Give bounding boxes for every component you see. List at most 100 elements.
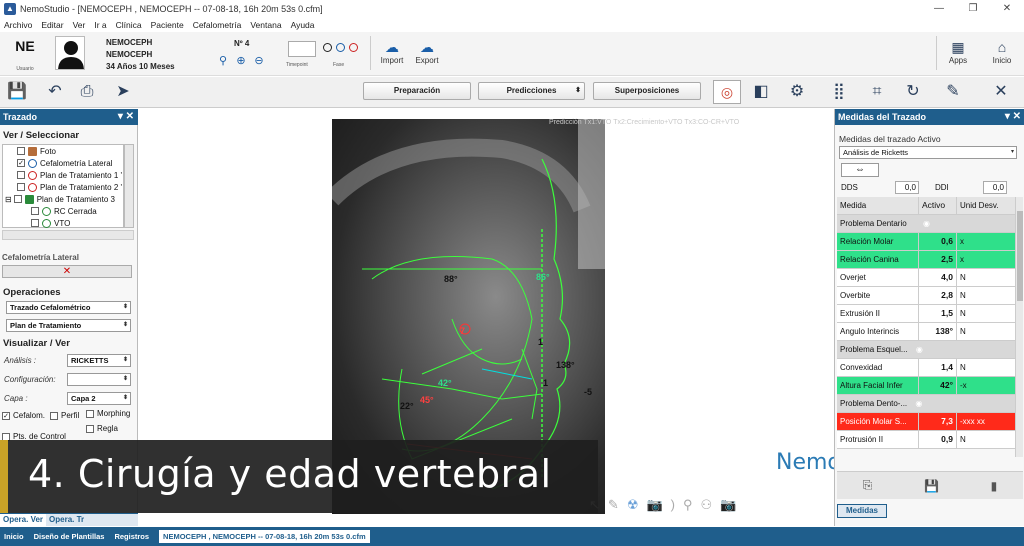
pen-tool-icon[interactable]: ✎ (608, 497, 619, 513)
undo-icon[interactable]: ↶ (44, 81, 66, 103)
menu-ir-a[interactable]: Ir a (94, 20, 106, 30)
panel-pin-close-icon[interactable]: ▾ ✕ (118, 109, 134, 125)
edit-icon[interactable]: ✎ (942, 81, 964, 103)
checkbox[interactable] (86, 409, 94, 418)
cefalom-checkbox[interactable]: ✓ Cefalom. (2, 411, 45, 420)
perfil-checkbox[interactable]: Perfil (50, 411, 79, 420)
phase-selector[interactable] (323, 43, 358, 52)
camera-add-icon[interactable]: 📷 (720, 497, 736, 513)
scrollbar-thumb[interactable] (1017, 211, 1023, 301)
home-button[interactable]: ⌂ Inicio (986, 38, 1018, 65)
remove-patient-icon[interactable]: ⊖ (252, 54, 266, 68)
table-group-row[interactable]: Problema Dento-... ◉ (837, 395, 1015, 413)
eye-icon[interactable]: ◉ (923, 219, 930, 228)
tree-checkbox[interactable]: ✓ (17, 159, 25, 167)
tree-item[interactable]: RC Cerrada (3, 205, 123, 217)
tree-item[interactable]: Plan de Tratamiento 2 ' (3, 181, 123, 193)
tree-item[interactable]: Foto (3, 145, 123, 157)
checkbox[interactable]: ✓ (2, 411, 10, 420)
tree-checkbox[interactable] (31, 207, 39, 215)
menu-ver[interactable]: Ver (73, 20, 86, 30)
operation-select-1[interactable]: Trazado Cefalométrico ⬍ (6, 301, 131, 314)
menu-archivo[interactable]: Archivo (4, 20, 32, 30)
tree-checkbox[interactable] (17, 183, 25, 191)
export-icon[interactable]: ▮ (991, 479, 998, 493)
export-button[interactable]: ☁ Export (410, 38, 444, 65)
avatar[interactable] (55, 36, 85, 70)
save-icon[interactable]: 💾 (6, 81, 28, 103)
table-row[interactable]: Altura Facial Infer 42° -x (837, 377, 1015, 395)
tooth-icon[interactable]: ◎ (713, 80, 741, 104)
search-icon[interactable]: ⚲ (216, 54, 230, 68)
tab-medidas[interactable]: Medidas (837, 504, 887, 518)
tree-item[interactable]: VTO (3, 217, 123, 229)
column-header[interactable]: Medida (837, 197, 919, 214)
table-row[interactable]: Posición Molar S... 7,3 -xxx xx (837, 413, 1015, 431)
eye-icon[interactable]: ◉ (915, 399, 922, 408)
predicciones-dropdown[interactable]: Predicciones ⬍ (478, 82, 585, 100)
regla-checkbox[interactable]: Regla (86, 424, 118, 433)
delete-layer-button[interactable]: ✕ (2, 265, 132, 278)
add-patient-icon[interactable]: ⊕ (234, 54, 248, 68)
close-icon[interactable]: ✕ (990, 81, 1012, 103)
analysis-dropdown[interactable]: Análisis de Ricketts ▾ (839, 146, 1017, 159)
table-row[interactable]: Convexidad 1,4 N (837, 359, 1015, 377)
tree-scrollbar[interactable] (124, 144, 134, 228)
config-select[interactable]: ⬍ (67, 373, 131, 386)
status-tab-active-document[interactable]: NEMOCEPH , NEMOCEPH -- 07-08-18, 16h 20m… (159, 530, 370, 543)
mirror-icon[interactable]: ◧ (750, 81, 772, 103)
ddi-value[interactable]: 0,0 (983, 181, 1007, 194)
menu-clinica[interactable]: Clínica (116, 20, 142, 30)
swap-arrows-button[interactable]: ⇔ (841, 163, 879, 177)
tree-item[interactable]: Plan de Tratamiento 1 ' (3, 169, 123, 181)
panel-pin-close-icon[interactable]: ▾ ✕ (1005, 109, 1021, 125)
column-header[interactable]: Unid Desv. (957, 197, 1015, 214)
table-row[interactable]: Overjet 4,0 N (837, 269, 1015, 287)
zoom-icon[interactable]: ⚲ (683, 497, 693, 513)
bracket-icon[interactable]: ) (671, 497, 675, 513)
pointer-icon[interactable]: ➤ (112, 81, 134, 103)
superposiciones-button[interactable]: Superposiciones (593, 82, 701, 100)
tree-checkbox[interactable] (17, 171, 25, 179)
user-logo[interactable]: NE (8, 38, 42, 54)
preparacion-button[interactable]: Preparación (363, 82, 471, 100)
table-row[interactable]: Overbite 2,8 N (837, 287, 1015, 305)
collapse-icon[interactable]: ⊟ (5, 195, 12, 204)
table-row[interactable]: Angulo Interincis 138° N (837, 323, 1015, 341)
tree-item[interactable]: ✓ Cefalometría Lateral (3, 157, 123, 169)
timepoint-box[interactable] (288, 41, 316, 57)
apps-button[interactable]: ▦ Apps (944, 38, 972, 65)
tree-checkbox[interactable] (31, 219, 39, 227)
tree-h-scrollbar[interactable] (2, 230, 134, 240)
layer-select[interactable]: Capa 2 ⬍ (67, 392, 131, 405)
eye-icon[interactable]: ◉ (916, 345, 923, 354)
maximize-button[interactable]: ❐ (956, 0, 990, 17)
import-button[interactable]: ☁ Import (376, 38, 408, 65)
user-view-icon[interactable]: ⚇ (701, 497, 713, 513)
operation-select-2[interactable]: Plan de Tratamiento ⬍ (6, 319, 131, 332)
menu-ayuda[interactable]: Ayuda (291, 20, 315, 30)
table-row[interactable]: Protrusión II 0,9 N (837, 431, 1015, 449)
tree-item[interactable]: ⊟ Plan de Tratamiento 3 (3, 193, 123, 205)
table-row[interactable]: Relación Molar 0,6 x (837, 233, 1015, 251)
morphing-checkbox[interactable]: Morphing (86, 409, 130, 418)
menu-editar[interactable]: Editar (41, 20, 63, 30)
grid-select-icon[interactable]: ⣿ (828, 81, 850, 103)
menu-ventana[interactable]: Ventana (250, 20, 281, 30)
table-group-row[interactable]: Problema Dentario ◉ (837, 215, 1015, 233)
phase-dot-blue[interactable] (336, 43, 345, 52)
tab-opera-tr[interactable]: Opera. Tr (46, 514, 87, 526)
gear-icon[interactable]: ⚙ (786, 81, 808, 103)
status-tab-plantillas[interactable]: Diseño de Plantillas (34, 532, 105, 541)
status-tab-inicio[interactable]: Inicio (4, 532, 24, 541)
measurements-scrollbar[interactable] (1015, 197, 1023, 457)
tab-opera-ver[interactable]: Opera. Ver (0, 514, 47, 526)
minimize-button[interactable]: — (922, 0, 956, 17)
table-row[interactable]: Relación Canina 2,5 x (837, 251, 1015, 269)
menu-paciente[interactable]: Paciente (151, 20, 184, 30)
prediction-tabs-text[interactable]: Predicción Tx1:VTO Tx2:Crecimiento+VTO T… (549, 119, 739, 126)
close-window-button[interactable]: ✕ (990, 0, 1024, 17)
dds-value[interactable]: 0,0 (895, 181, 919, 194)
save-icon[interactable]: 💾 (924, 479, 939, 493)
phase-dot-black[interactable] (323, 43, 332, 52)
